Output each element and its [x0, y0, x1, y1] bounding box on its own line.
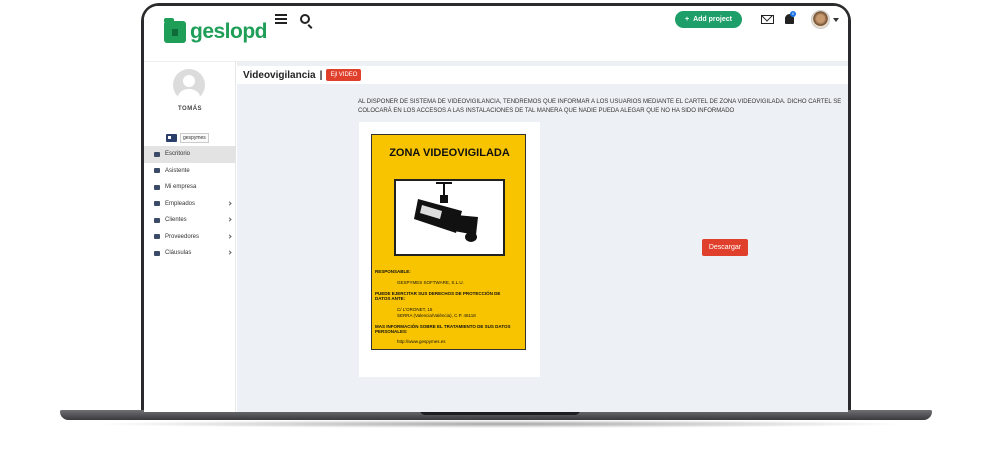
building-icon	[154, 184, 160, 190]
top-bar: geslopd + Add project 0	[144, 6, 848, 62]
sign-address-2: SERRA (Valencia/València), C.P. 46118	[397, 313, 476, 318]
sidebar-item-mi-empresa[interactable]: Mi empresa	[144, 179, 236, 196]
chevron-right-icon	[227, 250, 232, 255]
chevron-right-icon	[227, 233, 232, 239]
sidebar-item-asistente[interactable]: Asistente	[144, 163, 236, 180]
screen: geslopd + Add project 0 TOMÁS gespymes E…	[144, 6, 848, 412]
main-content: Videovigilancia | Ejl VIDEO AL DISPONER …	[237, 62, 848, 412]
camera-icon	[394, 179, 505, 256]
sidebar-item-proveedores[interactable]: Proveedores	[144, 229, 236, 246]
video-button[interactable]: Ejl VIDEO	[326, 69, 362, 81]
sign-info-label-2: PERSONALES:	[375, 329, 408, 334]
page-title: Videovigilancia	[243, 69, 316, 81]
folder-lock-icon	[164, 18, 186, 43]
users-icon	[154, 201, 160, 207]
sign-responsable-label: RESPONSABLE:	[375, 269, 411, 274]
plus-icon: +	[685, 16, 690, 23]
add-project-button[interactable]: + Add project	[675, 11, 742, 28]
sidebar-item-escritorio[interactable]: Escritorio	[144, 146, 236, 163]
sidebar-item-empleados[interactable]: Empleados	[144, 196, 236, 213]
file-icon	[154, 250, 160, 256]
users-icon	[154, 217, 160, 223]
title-bar: Videovigilancia | Ejl VIDEO	[237, 66, 848, 84]
sign-rights-label-2: DATOS ANTE:	[375, 296, 406, 301]
download-button[interactable]: Descargar	[702, 239, 748, 256]
title-separator: |	[319, 69, 323, 81]
logo-text: geslopd	[190, 20, 268, 43]
description-text: AL DISPONER DE SISTEMA DE VIDEOVIGILANCI…	[358, 99, 842, 114]
user-avatar[interactable]	[811, 10, 830, 29]
cctv-sign: ZONA VIDEOVIGILADA RESPONSABLE: GESPYMES…	[371, 134, 526, 350]
users-icon	[154, 234, 160, 240]
home-icon	[154, 151, 160, 157]
chevron-right-icon	[227, 217, 232, 222]
sidebar-item-clientes[interactable]: Clientes	[144, 212, 236, 229]
sign-responsable-value: GESPYMES SOFTWARE, S.L.U.	[397, 280, 464, 285]
logo[interactable]: geslopd	[164, 18, 268, 44]
hamburger-menu-icon[interactable]	[275, 14, 287, 24]
profile-avatar	[173, 69, 205, 101]
company-selector[interactable]: gespymes	[166, 133, 209, 143]
sidebar: TOMÁS gespymes Escritorio Asistente Mi e…	[144, 62, 236, 412]
search-icon[interactable]	[300, 14, 310, 24]
chevron-down-icon[interactable]	[833, 18, 839, 22]
sign-url: http://www.gespymes.es	[397, 339, 446, 344]
sidebar-item-clausulas[interactable]: Cláusulas	[144, 245, 236, 262]
sidebar-nav: Escritorio Asistente Mi empresa Empleado…	[144, 146, 236, 262]
wand-icon	[154, 168, 160, 174]
company-select[interactable]: gespymes	[180, 133, 209, 143]
sign-title: ZONA VIDEOVIGILADA	[389, 147, 510, 159]
user-name: TOMÁS	[177, 106, 203, 112]
chevron-right-icon	[227, 200, 232, 206]
sign-preview-card: ZONA VIDEOVIGILADA RESPONSABLE: GESPYMES…	[359, 122, 540, 377]
notification-badge: 0	[790, 11, 796, 17]
mail-icon[interactable]	[761, 15, 774, 24]
laptop-shadow	[90, 420, 910, 428]
id-card-icon	[166, 134, 177, 142]
